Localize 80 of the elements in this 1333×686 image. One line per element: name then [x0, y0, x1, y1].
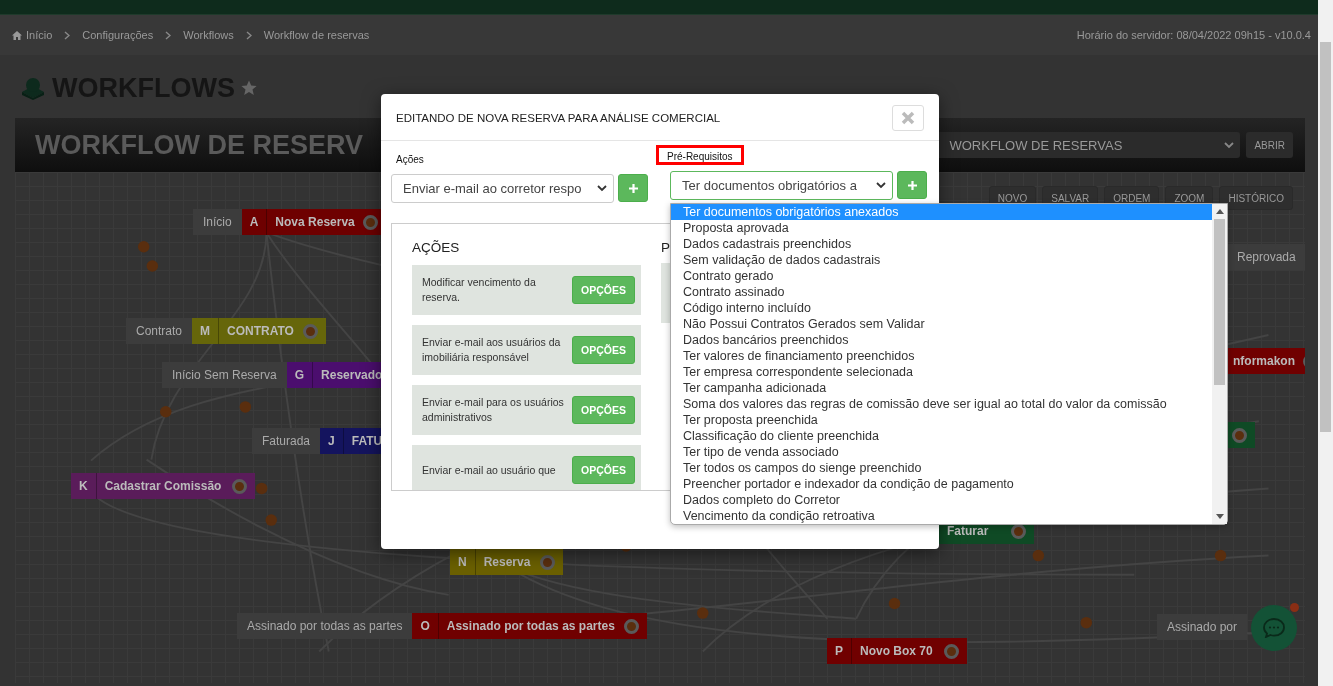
- connector-dot[interactable]: [137, 241, 150, 253]
- money-box-icon: [20, 76, 46, 100]
- close-button[interactable]: [892, 105, 924, 131]
- state-label: Início Sem Reserva: [162, 362, 287, 388]
- state-label: Reprovada: [1227, 244, 1305, 270]
- state-label: Assinado por: [1157, 614, 1248, 640]
- workflow-node[interactable]: O Assinado por todas as partes: [412, 613, 648, 639]
- chevron-down-icon: [876, 182, 886, 189]
- state-label: Contrato: [126, 318, 193, 344]
- chevron-icon: [165, 30, 172, 40]
- action-text: Modificar vencimento da reserva.: [422, 275, 537, 305]
- dropdown-option[interactable]: Dados completo do Corretor: [671, 492, 1212, 508]
- workflow-node[interactable]: nformakon: [1225, 348, 1305, 374]
- state-label: Assinado por todas as partes: [237, 613, 413, 639]
- connector-dot[interactable]: [697, 607, 709, 619]
- connector-dot[interactable]: [1214, 549, 1227, 562]
- chevron-icon: [245, 30, 252, 40]
- section-heading: AÇÕES: [412, 240, 460, 255]
- dialog-title: EDITANDO DE NOVA RESERVA PARA ANÁLISE COMERCIAL: [396, 112, 721, 124]
- dropdown-option[interactable]: Ter tipo de venda associado: [671, 444, 1212, 460]
- workflow-node[interactable]: P Novo Box 70: [827, 638, 967, 664]
- workflow-node[interactable]: K Cadastrar Comissão: [71, 473, 255, 499]
- scroll-down-icon[interactable]: [1215, 514, 1224, 519]
- dropdown-option[interactable]: Dados cadastrais preenchidos: [671, 236, 1212, 252]
- connector-dot[interactable]: [888, 597, 901, 610]
- close-icon: [901, 111, 915, 125]
- dropdown-option[interactable]: Sem validação de dados cadastrais: [671, 252, 1212, 268]
- chevron-icon: [64, 30, 71, 40]
- dropdown-option[interactable]: Ter campanha adicionada: [671, 380, 1212, 396]
- dropdown-option[interactable]: Código interno incluído: [671, 300, 1212, 316]
- plus-icon: [907, 180, 917, 190]
- breadcrumb-link[interactable]: Configurações: [82, 29, 154, 41]
- prerequisites-select[interactable]: Ter documentos obrigatórios a: [670, 171, 893, 200]
- action-text: Enviar e-mail ao usuário que: [422, 462, 556, 478]
- chat-icon: [1263, 618, 1285, 638]
- dropdown-option[interactable]: Contrato assinado: [671, 284, 1212, 300]
- workflow-title: WORKFLOW DE RESERV: [35, 129, 363, 161]
- toolbar-button[interactable]: HISTÓRICO: [1219, 186, 1293, 210]
- add-button[interactable]: [618, 174, 648, 202]
- dropdown-option[interactable]: Ter proposta preenchida: [671, 412, 1212, 428]
- scroll-up-icon[interactable]: [1215, 209, 1224, 214]
- connector-dot[interactable]: [255, 482, 268, 495]
- field-label: Pré-Requisitos: [656, 145, 744, 165]
- dropdown-option[interactable]: Não Possui Contratos Gerados sem Validar: [671, 316, 1212, 332]
- scrollbar[interactable]: [1212, 204, 1227, 524]
- dropdown-option[interactable]: Classificação do cliente preenchida: [671, 428, 1212, 444]
- dropdown-option[interactable]: Ter todos os campos do sienge preenchido: [671, 460, 1212, 476]
- dropdown-option[interactable]: Preencher portador e indexador da condição de pagamento: [671, 476, 1212, 492]
- section-heading: P: [661, 240, 670, 255]
- action-text: Enviar e-mail para os usuários administrativos: [422, 395, 565, 425]
- open-button[interactable]: ABRIR: [1246, 132, 1293, 158]
- dropdown-option[interactable]: Soma dos valores das regras de comissão deve ser igual ao total do valor da comissão: [671, 396, 1212, 412]
- plus-icon: [628, 183, 638, 193]
- star-icon[interactable]: [240, 80, 257, 96]
- connector-dot[interactable]: [1080, 616, 1093, 629]
- action-text: Enviar e-mail aos usuários da imobiliária responsável: [422, 335, 562, 365]
- chevron-down-icon: [1224, 141, 1235, 149]
- field-label: Ações: [395, 153, 425, 167]
- connector-dot[interactable]: [239, 401, 252, 413]
- dropdown-option[interactable]: Contrato gerado: [671, 268, 1212, 284]
- server-time: Horário do servidor: 08/04/2022 09h15 - v10.0.4: [1076, 29, 1311, 41]
- breadcrumb-link[interactable]: Workflows: [183, 29, 234, 41]
- chat-button[interactable]: [1251, 605, 1297, 651]
- dropdown-option[interactable]: Dados bancários preenchidos: [671, 332, 1212, 348]
- state-label: Faturada: [252, 428, 321, 454]
- connector-dot[interactable]: [160, 405, 172, 418]
- dropdown-option[interactable]: Ter valores de financiamento preenchidos: [671, 348, 1212, 364]
- scrollbar[interactable]: [1318, 0, 1333, 686]
- actions-select[interactable]: Enviar e-mail ao corretor respo: [391, 174, 614, 203]
- connector-dot[interactable]: [265, 514, 277, 526]
- home-icon: [12, 30, 22, 40]
- breadcrumb-link[interactable]: Início: [26, 29, 53, 41]
- connector-dot[interactable]: [146, 260, 159, 272]
- add-button[interactable]: [897, 171, 927, 199]
- chevron-down-icon: [597, 185, 607, 192]
- breadcrumb-link[interactable]: Workflow de reservas: [263, 29, 370, 41]
- state-label: Início: [193, 209, 242, 235]
- dropdown-option[interactable]: Ter empresa correspondente selecionada: [671, 364, 1212, 380]
- connector-dot[interactable]: [1032, 549, 1045, 562]
- dropdown-option[interactable]: Proposta aprovada: [671, 220, 1212, 236]
